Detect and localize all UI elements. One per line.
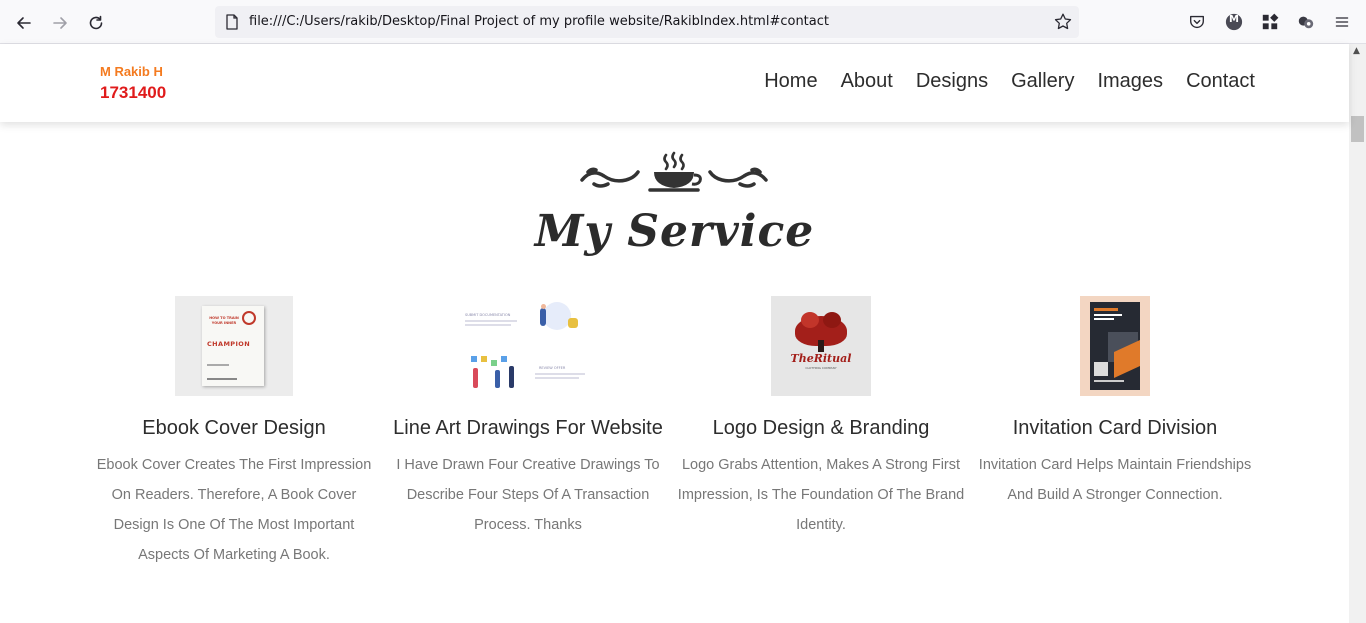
section-title: My Service [534,206,815,257]
ebook-cover-image: HOW TO TRAIN YOUR INNER CHAMPION [175,296,293,396]
account-initial: M [1229,14,1239,25]
ebook-small-text: HOW TO TRAIN YOUR INNER [209,316,239,325]
site-header: M Rakib H 1731400 Home About Designs Gal… [0,44,1349,122]
service-title: Line Art Drawings For Website [393,417,663,439]
scroll-thumb[interactable] [1351,116,1364,142]
nav-designs[interactable]: Designs [916,70,988,93]
scroll-up-arrow-icon[interactable]: ▲ [1353,46,1360,56]
line-art-top-label: SUBMIT DOCUMENTATION [465,313,511,317]
browser-toolbar: file:///C:/Users/rakib/Desktop/Final Pro… [0,0,1366,44]
profile-switch-icon[interactable] [1296,12,1316,32]
forward-icon[interactable] [47,10,73,36]
ebook-big-text: CHAMPION [207,340,251,348]
invitation-card-image [1080,296,1150,396]
service-card-logo: TheRitual CLOTHING COMPANY Logo Design &… [676,296,966,540]
line-art-bottom-label: REVIEW OFFER [539,366,566,370]
brand-name[interactable]: M Rakib H [100,64,163,79]
coffee-cup-flourish-icon [580,151,768,192]
service-description: I Have Drawn Four Creative Drawings To D… [396,457,660,533]
menu-icon[interactable] [1332,12,1352,32]
service-card-invitation: Invitation Card Division Invitation Card… [970,296,1260,510]
url-text[interactable]: file:///C:/Users/rakib/Desktop/Final Pro… [249,14,829,29]
brand-id[interactable]: 1731400 [100,83,166,103]
nav-contact[interactable]: Contact [1186,70,1255,93]
pocket-icon[interactable] [1187,12,1207,32]
service-title: Invitation Card Division [1012,417,1218,439]
nav-gallery[interactable]: Gallery [1011,70,1074,93]
service-card-line-art: SUBMIT DOCUMENTATION REVIEW OFFER Line A… [383,296,673,540]
service-description: Logo Grabs Attention, Makes A Strong Fir… [677,457,965,533]
service-description: Ebook Cover Creates The First Impression… [96,457,372,563]
nav-about[interactable]: About [841,70,893,93]
logo-brand-text: TheRitual [790,352,852,365]
service-title: Ebook Cover Design [142,417,326,439]
reload-icon[interactable] [83,10,109,36]
account-icon[interactable]: M [1224,12,1244,32]
bookmark-star-icon[interactable] [1053,12,1073,32]
line-art-drawing-image: SUBMIT DOCUMENTATION REVIEW OFFER [463,296,593,396]
service-description: Invitation Card Helps Maintain Friendshi… [978,457,1252,503]
main-nav: Home About Designs Gallery Images Contac… [741,70,1255,93]
logo-tag-text: CLOTHING COMPANY [805,366,837,370]
page-scrollbar[interactable]: ▲ [1349,44,1366,623]
nav-home[interactable]: Home [764,70,817,93]
page-icon [226,14,238,30]
address-bar[interactable]: file:///C:/Users/rakib/Desktop/Final Pro… [215,6,1079,38]
nav-images[interactable]: Images [1097,70,1163,93]
service-card-ebook: HOW TO TRAIN YOUR INNER CHAMPION Ebook C… [89,296,379,570]
logo-design-image: TheRitual CLOTHING COMPANY [771,296,871,396]
service-title: Logo Design & Branding [712,417,930,439]
back-icon[interactable] [11,10,37,36]
extensions-icon[interactable] [1260,12,1280,32]
